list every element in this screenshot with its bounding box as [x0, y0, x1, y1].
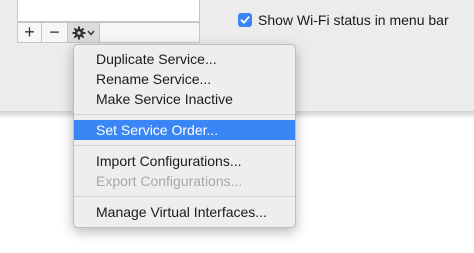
gear-icon	[72, 26, 86, 39]
plus-icon: +	[24, 22, 35, 42]
service-list[interactable]	[17, 0, 200, 22]
show-wifi-status-row[interactable]: Show Wi-Fi status in menu bar	[238, 11, 449, 29]
checkmark-icon	[240, 16, 250, 24]
remove-service-button[interactable]: −	[42, 22, 68, 43]
menu-separator	[74, 114, 295, 115]
minus-icon: −	[49, 22, 60, 42]
menu-separator	[74, 196, 295, 197]
service-list-controls: + −	[17, 22, 200, 43]
action-menu-button[interactable]	[68, 22, 100, 43]
menu-item-set-service-order[interactable]: Set Service Order...	[74, 120, 295, 140]
service-action-menu: Duplicate Service... Rename Service... M…	[73, 44, 296, 228]
menu-item-duplicate-service[interactable]: Duplicate Service...	[74, 49, 295, 69]
add-service-button[interactable]: +	[17, 22, 42, 43]
menu-item-import-configurations[interactable]: Import Configurations...	[74, 151, 295, 171]
menu-item-export-configurations: Export Configurations...	[96, 173, 243, 189]
list-controls-spacer	[100, 22, 200, 43]
menu-separator	[74, 145, 295, 146]
show-wifi-status-checkbox[interactable]	[238, 13, 252, 27]
chevron-down-icon	[87, 30, 95, 36]
menu-item-make-service-inactive[interactable]: Make Service Inactive	[74, 89, 295, 109]
show-wifi-status-label: Show Wi-Fi status in menu bar	[258, 12, 449, 28]
menu-item-manage-virtual-interfaces[interactable]: Manage Virtual Interfaces...	[74, 202, 295, 222]
menu-item-rename-service[interactable]: Rename Service...	[74, 69, 295, 89]
